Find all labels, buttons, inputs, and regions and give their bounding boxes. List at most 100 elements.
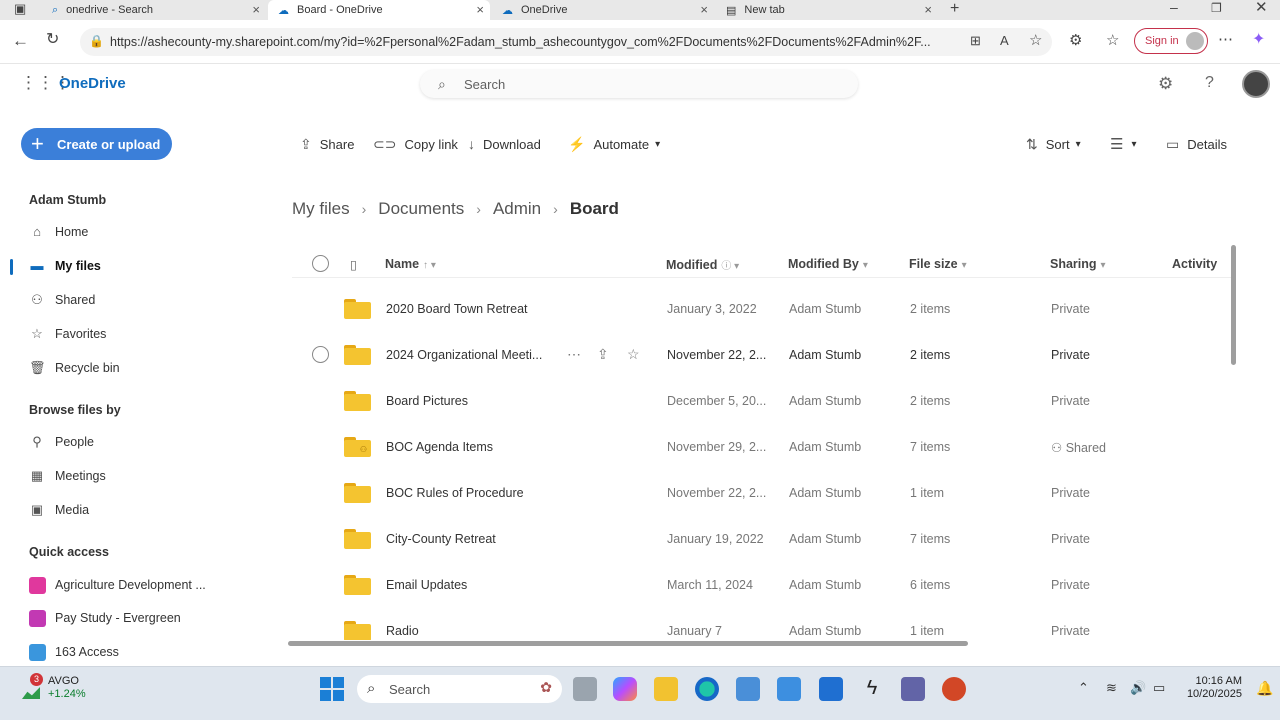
close-icon[interactable]: × xyxy=(252,2,260,17)
browser-tab-onedrive[interactable]: ☁ OneDrive × xyxy=(492,0,714,20)
breadcrumb-documents[interactable]: Documents xyxy=(378,199,464,219)
vertical-scrollbar[interactable] xyxy=(1231,245,1236,365)
file-name-link[interactable]: BOC Agenda Items xyxy=(386,440,552,454)
nav-item-media[interactable]: ▣ Media xyxy=(29,500,89,520)
apps-icon[interactable]: ⊞ xyxy=(970,34,981,47)
share-icon[interactable]: ⇪ xyxy=(597,346,609,363)
nav-item-my-files[interactable]: ▬ My files xyxy=(29,256,101,276)
wifi-icon[interactable]: ≋ xyxy=(1106,680,1117,696)
more-options-icon[interactable]: ⋯ xyxy=(1218,32,1233,47)
teams-icon[interactable] xyxy=(901,677,925,701)
nav-item-meetings[interactable]: ▦ Meetings xyxy=(29,466,106,486)
quick-access-item[interactable]: Agriculture Development ... xyxy=(29,575,206,595)
column-header-file-size[interactable]: File size ▾ xyxy=(909,257,967,271)
create-or-upload-button[interactable]: + Create or upload xyxy=(21,128,172,160)
notification-bell-icon[interactable]: 🔔 xyxy=(1256,680,1273,697)
file-name-link[interactable]: BOC Rules of Procedure xyxy=(386,486,552,500)
stock-chart-icon[interactable]: 3 xyxy=(22,673,44,699)
stock-widget[interactable]: AVGO +1.24% xyxy=(48,675,86,701)
table-row-hovered[interactable]: 2024 Organizational Meeti... ⋯ ⇪ ☆ Novem… xyxy=(292,332,1232,378)
powerpoint-icon[interactable] xyxy=(942,677,966,701)
settings-gear-icon[interactable]: ⚙ xyxy=(1158,75,1173,92)
close-icon[interactable]: × xyxy=(924,2,932,17)
view-options-button[interactable]: ☰ ▾ xyxy=(1110,134,1136,154)
sort-button[interactable]: ⇅ Sort ▾ xyxy=(1026,134,1081,154)
back-arrow-icon[interactable]: ← xyxy=(12,32,29,49)
restore-icon[interactable]: ❐ xyxy=(1211,2,1222,14)
file-name-link[interactable]: Board Pictures xyxy=(386,394,552,408)
task-view-icon[interactable] xyxy=(573,677,597,701)
close-icon[interactable]: × xyxy=(476,2,484,17)
quick-access-item[interactable]: 163 Access xyxy=(29,642,119,662)
system-clock[interactable]: 10:16 AM 10/20/2025 xyxy=(1180,675,1242,701)
refresh-icon[interactable]: ↻ xyxy=(46,32,59,48)
column-header-activity[interactable]: Activity xyxy=(1172,257,1217,271)
select-all-checkbox[interactable] xyxy=(312,255,329,272)
nav-item-people[interactable]: ⚲ People xyxy=(29,432,94,452)
table-row[interactable]: City-County Retreat January 19, 2022 Ada… xyxy=(292,516,1232,562)
minimize-icon[interactable]: – xyxy=(1170,0,1178,14)
file-name-link[interactable]: 2020 Board Town Retreat xyxy=(386,302,552,316)
column-header-modified-by[interactable]: Modified By ▾ xyxy=(788,257,868,271)
read-aloud-icon[interactable]: A xyxy=(1000,34,1009,47)
battery-icon[interactable]: ▭ xyxy=(1153,680,1165,696)
table-row[interactable]: Radio January 7 Adam Stumb 1 item Privat… xyxy=(292,608,1232,640)
help-question-icon[interactable]: ? xyxy=(1205,75,1214,91)
extensions-icon[interactable]: ⚙ xyxy=(1069,33,1082,48)
copilot-icon[interactable]: ✦ xyxy=(1252,32,1265,48)
site-info-lock-icon[interactable]: 🔒 xyxy=(89,35,104,47)
volume-icon[interactable]: 🔊 xyxy=(1130,680,1146,696)
dropbox-icon[interactable] xyxy=(819,677,843,701)
more-actions-icon[interactable]: ⋯ xyxy=(567,346,581,363)
mail-icon[interactable] xyxy=(777,677,801,701)
nav-item-home[interactable]: ⌂ Home xyxy=(29,222,88,242)
copy-link-button[interactable]: ⊂⊃ Copy link xyxy=(373,134,458,154)
file-explorer-icon[interactable] xyxy=(654,677,678,701)
quick-access-item[interactable]: Pay Study - Evergreen xyxy=(29,608,181,628)
windows-start-icon[interactable] xyxy=(320,677,344,701)
search-input[interactable]: ⌕ Search xyxy=(420,70,858,98)
automate-button[interactable]: ⚡ Automate ▾ xyxy=(568,134,660,154)
horizontal-scrollbar[interactable] xyxy=(288,641,968,646)
column-header-name[interactable]: Name ↑ ▾ xyxy=(385,257,436,271)
favorites-bar-icon[interactable]: ☆ xyxy=(1106,33,1119,48)
tab-actions-icon[interactable]: ▣ xyxy=(14,2,26,15)
sign-in-button[interactable]: Sign in xyxy=(1134,28,1208,54)
new-tab-plus-icon[interactable]: + xyxy=(950,1,959,17)
column-header-sharing[interactable]: Sharing ▾ xyxy=(1050,257,1106,271)
breadcrumb-my-files[interactable]: My files xyxy=(292,199,350,219)
file-name-link[interactable]: 2024 Organizational Meeti... xyxy=(386,348,552,362)
edge-browser-icon[interactable] xyxy=(695,677,719,701)
table-row[interactable]: Board Pictures December 5, 20... Adam St… xyxy=(292,378,1232,424)
favorite-star-icon[interactable]: ☆ xyxy=(627,346,640,363)
browser-tab-board[interactable]: ☁ Board - OneDrive × xyxy=(268,0,490,20)
breadcrumb-admin[interactable]: Admin xyxy=(493,199,541,219)
store-icon[interactable] xyxy=(736,677,760,701)
taskbar-search-box[interactable]: ⌕ Search ✿ xyxy=(357,675,562,703)
chevron-up-icon[interactable]: ⌃ xyxy=(1078,680,1089,696)
nav-item-favorites[interactable]: ☆ Favorites xyxy=(29,324,106,344)
row-select-checkbox[interactable] xyxy=(312,346,329,363)
table-row[interactable]: ⚇ BOC Agenda Items November 29, 2... Ada… xyxy=(292,424,1232,470)
file-name-link[interactable]: Radio xyxy=(386,624,552,638)
account-avatar[interactable] xyxy=(1242,70,1270,98)
download-button[interactable]: ↓ Download xyxy=(468,134,541,154)
table-row[interactable]: Email Updates March 11, 2024 Adam Stumb … xyxy=(292,562,1232,608)
details-button[interactable]: ▭ Details xyxy=(1166,134,1227,154)
nav-item-shared[interactable]: ⚇ Shared xyxy=(29,290,95,310)
column-header-modified[interactable]: Modified ⓘ ▾ xyxy=(666,257,739,272)
window-close-icon[interactable]: ✕ xyxy=(1255,0,1268,15)
table-row[interactable]: 2020 Board Town Retreat January 3, 2022 … xyxy=(292,286,1232,332)
share-button[interactable]: ⇪ Share xyxy=(300,134,354,154)
close-icon[interactable]: × xyxy=(700,2,708,17)
browser-tab-new[interactable]: ▤ New tab × xyxy=(716,0,938,20)
file-name-link[interactable]: City-County Retreat xyxy=(386,532,552,546)
table-row[interactable]: BOC Rules of Procedure November 22, 2...… xyxy=(292,470,1232,516)
terminal-bolt-icon[interactable]: ϟ xyxy=(860,677,884,701)
nav-item-recycle-bin[interactable]: 🗑 Recycle bin xyxy=(29,358,120,378)
url-field[interactable]: 🔒 https://ashecounty-my.sharepoint.com/m… xyxy=(80,28,1052,56)
onedrive-brand[interactable]: OneDrive xyxy=(59,75,126,92)
browser-tab-search[interactable]: ⌕ onedrive - Search × xyxy=(42,0,266,20)
favorite-star-icon[interactable]: ☆ xyxy=(1029,33,1042,48)
file-name-link[interactable]: Email Updates xyxy=(386,578,552,592)
